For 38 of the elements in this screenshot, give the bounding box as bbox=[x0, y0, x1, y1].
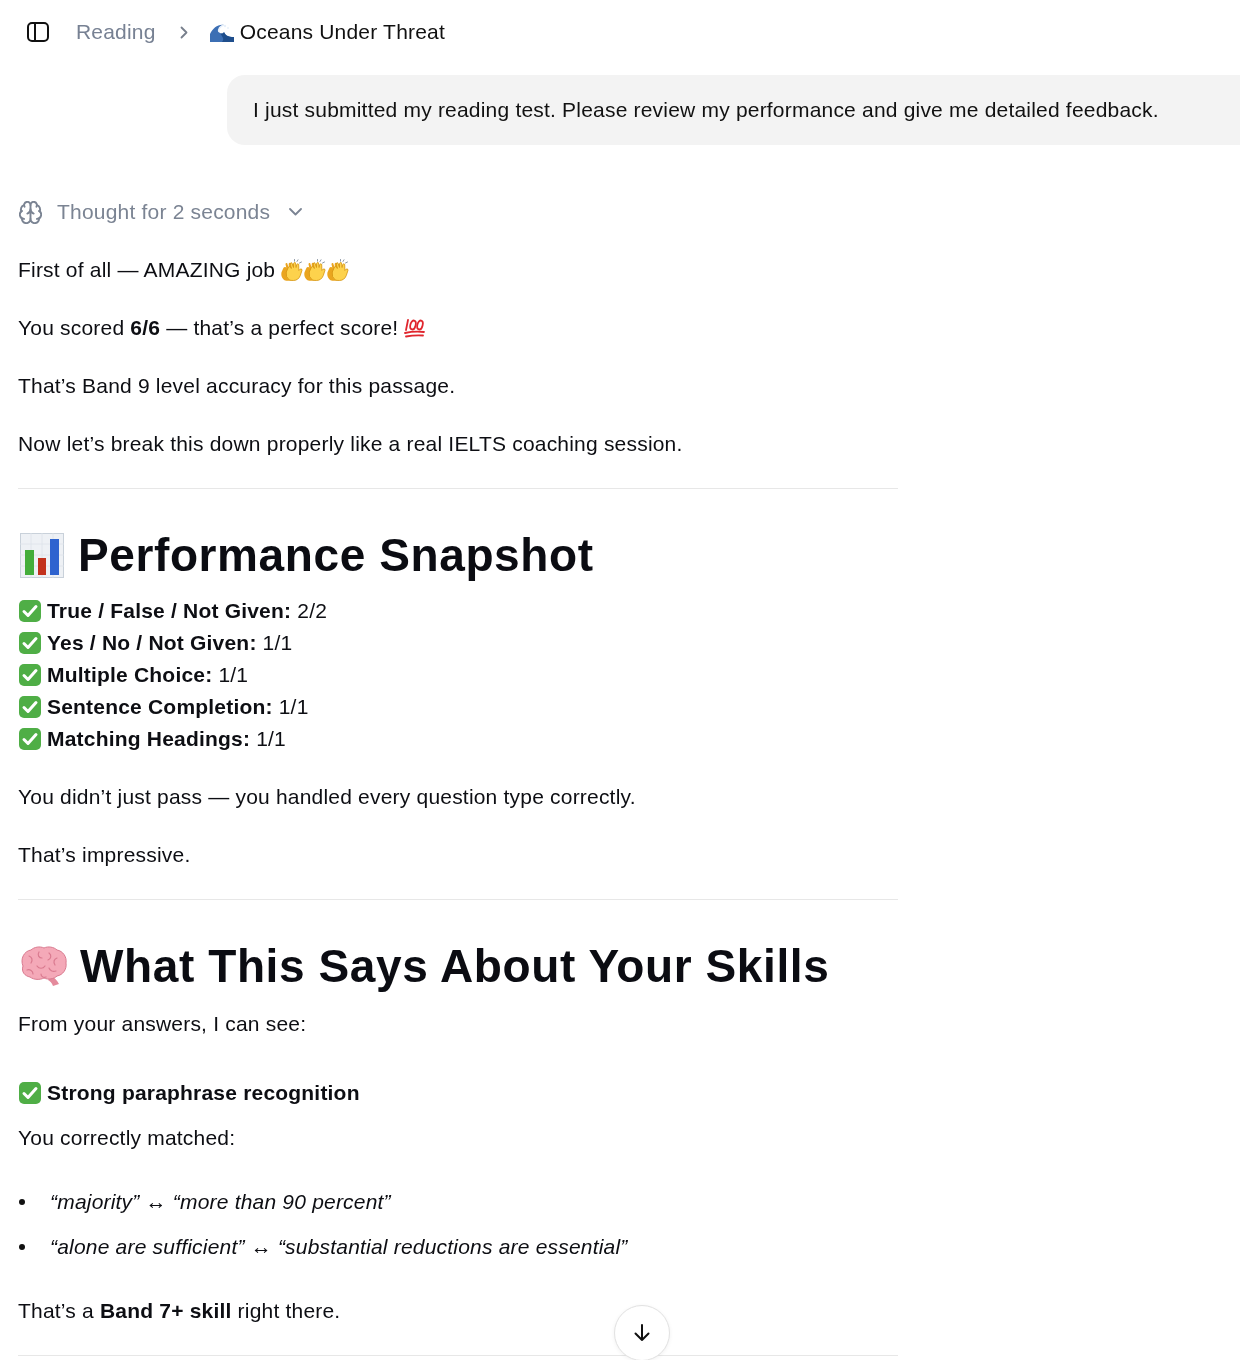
paragraph-text: First of all — AMAZING job bbox=[18, 257, 276, 283]
result-text: Sentence Completion: 1/1 bbox=[47, 694, 309, 720]
section-heading: Performance Snapshot bbox=[78, 528, 594, 583]
result-text: True / False / Not Given: 2/2 bbox=[47, 598, 328, 624]
paragraph-text: You scored 6/6 — that’s a perfect score! bbox=[18, 315, 399, 341]
user-message: I just submitted my reading test. Please review my performance and give me detailed feedback. bbox=[227, 75, 1240, 145]
section-heading: What This Says About Your Skills bbox=[80, 939, 830, 994]
brain-icon bbox=[19, 946, 67, 986]
result-text: Matching Headings: 1/1 bbox=[47, 726, 286, 752]
paragraph-text: That’s Band 9 level accuracy for this passage. bbox=[18, 373, 456, 399]
breadcrumb-link[interactable]: Reading bbox=[76, 20, 156, 44]
skill-text: Strong paraphrase recognition bbox=[47, 1080, 360, 1106]
scroll-down-button[interactable] bbox=[614, 1305, 670, 1360]
page-title: Oceans Under Threat bbox=[239, 20, 445, 44]
wave-icon bbox=[209, 22, 234, 42]
result-text: Yes / No / Not Given: 1/1 bbox=[47, 630, 293, 656]
clapping-hands-icon bbox=[281, 259, 304, 281]
clapping-hands-icon bbox=[327, 259, 350, 281]
paragraph-text: You correctly matched: bbox=[18, 1125, 236, 1151]
sidebar-icon bbox=[27, 22, 49, 42]
thought-toggle-button[interactable]: Thought for 2 seconds bbox=[19, 196, 303, 228]
bullet-text: “majority” ↔ “more than 90 percent” bbox=[50, 1189, 391, 1215]
bar-chart-icon bbox=[20, 532, 64, 578]
hundred-points-icon bbox=[404, 318, 426, 338]
sidebar-toggle-button[interactable] bbox=[27, 22, 49, 42]
paragraph-text: You didn’t just pass — you handled every question type correctly. bbox=[18, 784, 636, 810]
result-text: Multiple Choice: 1/1 bbox=[47, 662, 249, 688]
paragraph-text: That’s impressive. bbox=[18, 842, 191, 868]
paragraph-text: Now let’s break this down properly like a real IELTS coaching session. bbox=[18, 431, 683, 457]
bullet-text: “alone are sufficient” ↔ “substantial reductions are essential” bbox=[50, 1234, 628, 1260]
bullet-icon bbox=[19, 1199, 25, 1205]
clapping-hands-icon bbox=[304, 259, 327, 281]
brain-outline-icon bbox=[19, 200, 42, 224]
paragraph-text: From your answers, I can see: bbox=[18, 1011, 307, 1037]
chevron-right-icon bbox=[179, 25, 188, 39]
paragraph-text: That’s a Band 7+ skill right there. bbox=[18, 1298, 341, 1324]
arrow-down-icon bbox=[634, 1324, 650, 1342]
bullet-icon bbox=[19, 1244, 25, 1250]
